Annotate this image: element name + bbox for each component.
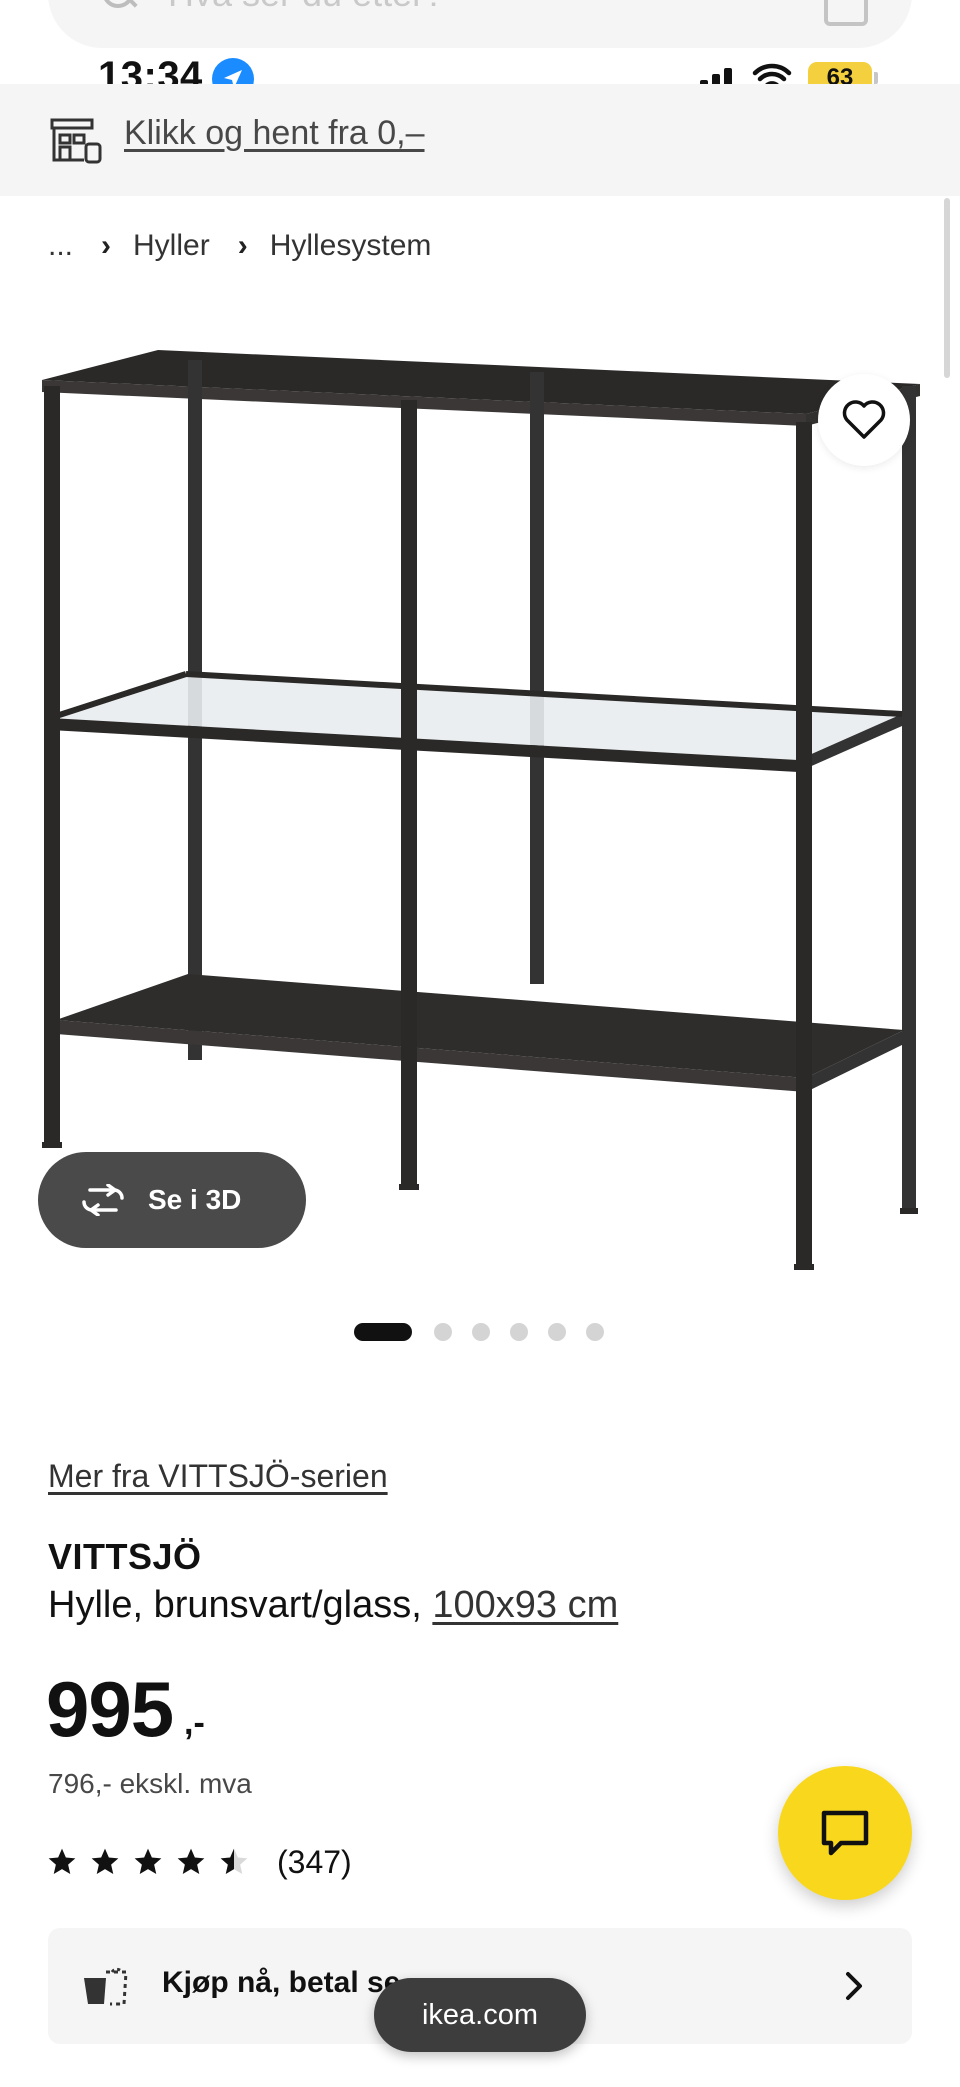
search-bar[interactable]: Hva ser du etter? <box>48 0 912 48</box>
price-suffix: ,- <box>184 1704 205 1742</box>
product-price: 995 <box>46 1665 174 1753</box>
camera-icon[interactable] <box>824 0 868 26</box>
battery-tip <box>874 72 878 84</box>
chevron-right-icon: › <box>101 229 112 262</box>
product-name: VITTSJÖ <box>48 1536 202 1577</box>
breadcrumb-ellipsis[interactable]: ... <box>48 229 73 263</box>
star-full-icon <box>134 1848 162 1874</box>
store-icon <box>50 118 102 164</box>
carousel-dot[interactable] <box>472 1323 490 1341</box>
breadcrumb: ... › Hyller › Hyllesystem <box>48 226 431 266</box>
breadcrumb-item-hyller[interactable]: Hyller <box>133 229 210 263</box>
product-description: Hylle, brunsvart/glass, 100x93 cm <box>48 1584 618 1627</box>
search-icon <box>100 0 140 14</box>
breadcrumb-item-hyllesystem[interactable]: Hyllesystem <box>270 229 432 263</box>
product-image[interactable] <box>36 330 926 1280</box>
view-in-3d-button[interactable]: Se i 3D <box>38 1152 306 1248</box>
chevron-right-icon: › <box>237 229 248 262</box>
click-collect-banner[interactable]: Klikk og hent fra 0,– <box>0 84 960 196</box>
rotate-3d-icon <box>82 1184 124 1216</box>
star-half-icon <box>220 1848 248 1874</box>
shopping-bag-dashed-icon <box>80 1964 130 2008</box>
browser-url-pill[interactable]: ikea.com <box>374 1978 586 2052</box>
heart-icon <box>842 400 886 439</box>
series-link[interactable]: Mer fra VITTSJÖ-serien <box>48 1458 388 1495</box>
carousel-dot[interactable] <box>434 1323 452 1341</box>
image-carousel-dots <box>354 1322 624 1342</box>
favorite-button[interactable] <box>818 374 910 466</box>
star-full-icon <box>91 1848 119 1874</box>
scrollbar[interactable] <box>944 198 950 378</box>
chevron-right-icon <box>844 1970 864 2007</box>
star-full-icon <box>48 1848 76 1874</box>
carousel-dot[interactable] <box>354 1323 412 1341</box>
carousel-dot[interactable] <box>510 1323 528 1341</box>
rating-count[interactable]: (347) <box>277 1844 352 1881</box>
search-placeholder: Hva ser du etter? <box>168 0 444 15</box>
chat-bubble-icon <box>821 1810 869 1856</box>
carousel-dot[interactable] <box>586 1323 604 1341</box>
product-type: Hylle, brunsvart/glass, <box>48 1584 422 1626</box>
browser-url: ikea.com <box>421 1998 539 2031</box>
chat-button[interactable] <box>778 1766 912 1900</box>
rating[interactable]: (347) <box>46 1842 352 1882</box>
carousel-dot[interactable] <box>548 1323 566 1341</box>
view-in-3d-label: Se i 3D <box>148 1184 242 1215</box>
star-full-icon <box>177 1848 205 1874</box>
price-ex-vat: 796,- ekskl. mva <box>48 1768 252 1799</box>
click-collect-link[interactable]: Klikk og hent fra 0,– <box>124 114 425 153</box>
product-size-link[interactable]: 100x93 cm <box>432 1584 618 1626</box>
